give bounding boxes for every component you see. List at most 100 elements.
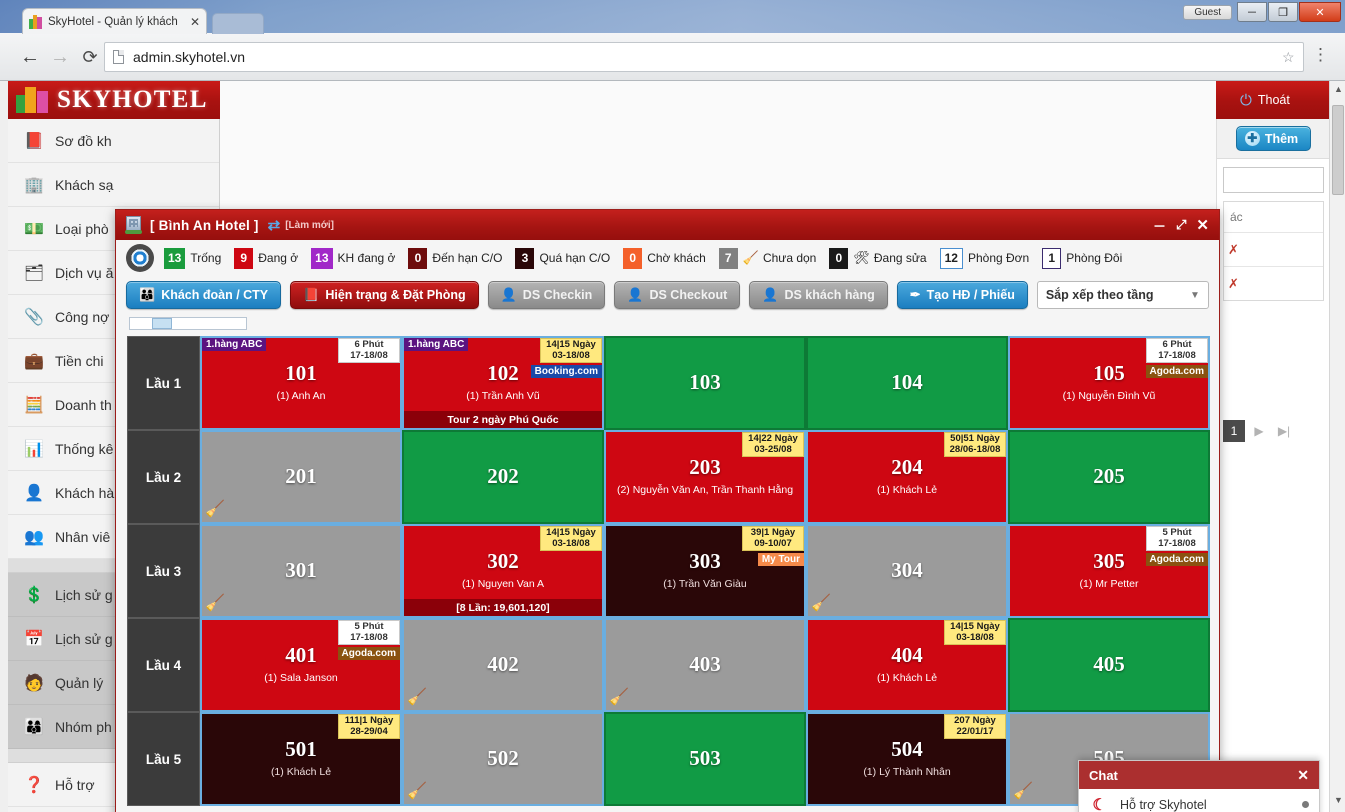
size-slider[interactable] — [129, 317, 247, 330]
modal-minimize-icon[interactable]: － — [1153, 216, 1166, 235]
date-line-2: 22/01/17 — [947, 727, 1003, 738]
minimize-button[interactable]: － — [1237, 2, 1267, 22]
guest-profile-button[interactable]: Guest — [1183, 5, 1232, 20]
modal-restore-icon[interactable]: ⤢ — [1176, 217, 1186, 233]
sidebar-item-1[interactable]: 📕Sơ đồ kh — [8, 119, 219, 163]
scroll-up-icon[interactable]: ▲ — [1333, 84, 1344, 98]
room-cell-405[interactable]: 405 — [1008, 618, 1210, 712]
status-legend-10[interactable]: 1Phòng Đôi — [1042, 248, 1122, 269]
room-guest-name: (1) Nguyễn Đình Vũ — [1057, 390, 1162, 403]
modal-button-1[interactable]: 👨‍👩‍👦Khách đoàn / CTY — [126, 281, 281, 309]
room-number: 303 — [689, 550, 721, 573]
right-panel-search-input[interactable] — [1223, 167, 1324, 193]
address-bar[interactable]: admin.skyhotel.vn — [104, 42, 1304, 72]
next-page-icon[interactable]: ▶ — [1248, 420, 1270, 442]
room-cell-105[interactable]: 6 Phút17-18/08Agoda.com105(1) Nguyễn Đìn… — [1008, 336, 1210, 430]
room-cell-403[interactable]: 403🧹 — [604, 618, 806, 712]
group-icon: 👨‍👩‍👦 — [139, 287, 155, 303]
delete-icon[interactable]: ✗ — [1228, 276, 1239, 292]
last-page-icon[interactable]: ▶| — [1273, 420, 1295, 442]
room-note-strip: [8 Lần: 19,601,120] — [404, 599, 602, 616]
status-legend-9[interactable]: 12Phòng Đơn — [940, 248, 1030, 269]
room-cell-401[interactable]: 5 Phút17-18/08Agoda.com401(1) Sala Janso… — [200, 618, 402, 712]
refresh-label[interactable]: [Làm mới] — [285, 220, 334, 231]
room-cell-201[interactable]: 201🧹 — [200, 430, 402, 524]
page-number[interactable]: 1 — [1223, 420, 1245, 442]
calendar-icon: 📅 — [22, 628, 46, 650]
browser-tab[interactable]: SkyHotel - Quản lý khách ✕ — [22, 8, 207, 34]
room-cell-103[interactable]: 103 — [604, 336, 806, 430]
room-cell-204[interactable]: 50|51 Ngày28/06-18/08204(1) Khách Lẻ — [806, 430, 1008, 524]
back-icon[interactable]: ← — [18, 45, 42, 69]
room-group-tag: 1.hàng ABC — [202, 338, 266, 351]
room-cell-404[interactable]: 14|15 Ngày03-18/08404(1) Khách Lẻ — [806, 618, 1008, 712]
slider-knob[interactable] — [152, 318, 172, 329]
scroll-down-icon[interactable]: ▼ — [1333, 795, 1344, 809]
maximize-button[interactable]: ❐ — [1268, 2, 1298, 22]
room-cell-503[interactable]: 503 — [604, 712, 806, 806]
modal-close-icon[interactable]: ✕ — [1196, 216, 1209, 234]
table-row[interactable]: ✗ — [1224, 266, 1323, 300]
add-button[interactable]: ✚ Thêm — [1236, 126, 1311, 151]
browser-titlebar: SkyHotel - Quản lý khách ✕ Guest － ❐ ✕ — [0, 0, 1345, 33]
chat-close-icon[interactable]: ✕ — [1297, 767, 1309, 784]
room-number: 202 — [487, 465, 519, 488]
status-legend-5[interactable]: 3Quá hạn C/O — [515, 248, 610, 269]
status-legend-6[interactable]: 0Chờ khách — [623, 248, 706, 269]
room-cell-502[interactable]: 502🧹 — [402, 712, 604, 806]
status-legend-2[interactable]: 9Đang ở — [234, 248, 298, 269]
room-number: 405 — [1093, 653, 1125, 676]
room-cell-305[interactable]: 5 Phút17-18/08Agoda.com305(1) Mr Petter — [1008, 524, 1210, 618]
scrollbar-thumb[interactable] — [1332, 105, 1344, 195]
settings-gear-icon[interactable] — [126, 244, 154, 272]
room-cell-303[interactable]: 39|1 Ngày09-10/07My Tour303(1) Trần Văn … — [604, 524, 806, 618]
new-tab-button[interactable] — [212, 13, 264, 34]
page-scrollbar[interactable]: ▲ ▼ — [1329, 81, 1345, 812]
reload-icon[interactable]: ⟳ — [78, 45, 102, 69]
forward-icon[interactable]: → — [48, 45, 72, 69]
room-cell-501[interactable]: 111|1 Ngày28-29/04501(1) Khách Lẻ — [200, 712, 402, 806]
room-cell-402[interactable]: 402🧹 — [402, 618, 604, 712]
status-label: Chờ khách — [647, 251, 706, 265]
modal-button-2[interactable]: 📕Hiện trạng & Đặt Phòng — [290, 281, 478, 309]
status-legend-8[interactable]: 0🛠Đang sửa — [829, 248, 926, 269]
status-legend-1[interactable]: 13Trống — [164, 248, 221, 269]
room-cell-205[interactable]: 205 — [1008, 430, 1210, 524]
room-cell-102[interactable]: 1.hàng ABC14|15 Ngày03-18/08Booking.com1… — [402, 336, 604, 430]
room-cell-304[interactable]: 304🧹 — [806, 524, 1008, 618]
delete-icon[interactable]: ✗ — [1228, 242, 1239, 258]
chat-contact-1[interactable]: ☾Hỗ trợ Skyhotel — [1079, 789, 1319, 812]
refresh-icon[interactable]: ⇄ — [268, 216, 281, 234]
floor-row-3: Lầu 3301🧹14|15 Ngày03-18/08302(1) Nguyen… — [127, 524, 1211, 618]
table-row[interactable]: ✗ — [1224, 232, 1323, 266]
room-cell-301[interactable]: 301🧹 — [200, 524, 402, 618]
sidebar-item-label: Nhóm ph — [55, 719, 112, 735]
room-cell-504[interactable]: 207 Ngày22/01/17504(1) Lý Thành Nhân — [806, 712, 1008, 806]
room-cell-302[interactable]: 14|15 Ngày03-18/08302(1) Nguyen Van A[8 … — [402, 524, 604, 618]
room-cell-202[interactable]: 202 — [402, 430, 604, 524]
floor-row-2: Lầu 2201🧹20214|22 Ngày03-25/08203(2) Ngu… — [127, 430, 1211, 524]
modal-button-6[interactable]: ✒Tạo HĐ / Phiếu — [897, 281, 1028, 309]
power-icon: ⏻ — [1240, 92, 1252, 109]
room-cell-104[interactable]: 104 — [806, 336, 1008, 430]
room-number: 502 — [487, 747, 519, 770]
room-cell-101[interactable]: 1.hàng ABC6 Phút17-18/08101(1) Anh An — [200, 336, 402, 430]
status-legend-3[interactable]: 13KH đang ở — [311, 248, 395, 269]
modal-button-4[interactable]: 👤DS Checkout — [614, 281, 740, 309]
status-legend-4[interactable]: 0Đến hạn C/O — [408, 248, 502, 269]
logout-button[interactable]: ⏻ Thoát — [1240, 92, 1290, 109]
modal-button-5[interactable]: 👤DS khách hàng — [749, 281, 887, 309]
tab-close-icon[interactable]: ✕ — [190, 15, 200, 29]
room-guest-name: (1) Khách Lẻ — [871, 484, 943, 497]
close-window-button[interactable]: ✕ — [1299, 2, 1341, 22]
modal-button-3[interactable]: 👤DS Checkin — [488, 281, 606, 309]
bookmark-star-icon[interactable]: ☆ — [1282, 49, 1299, 64]
room-number: 305 — [1093, 550, 1125, 573]
sort-select[interactable]: Sắp xếp theo tầng▼ — [1037, 281, 1209, 309]
room-cell-203[interactable]: 14|22 Ngày03-25/08203(2) Nguyễn Văn An, … — [604, 430, 806, 524]
floor-label: Lầu 4 — [127, 618, 200, 712]
sidebar-item-2[interactable]: 🏢Khách sạ — [8, 163, 219, 207]
status-legend-7[interactable]: 7🧹Chưa dọn — [719, 248, 817, 269]
chrome-menu-icon[interactable]: ⋮ — [1312, 46, 1329, 63]
room-number: 203 — [689, 456, 721, 479]
